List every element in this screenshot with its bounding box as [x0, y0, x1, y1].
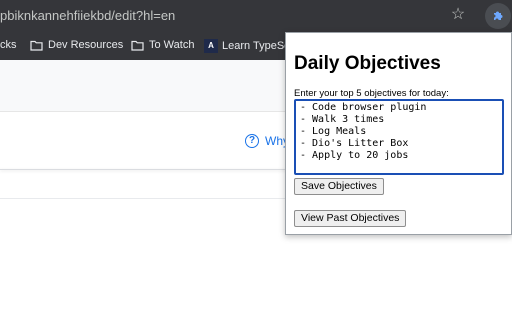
bookmark-label: cks	[0, 39, 17, 51]
extension-button[interactable]	[485, 3, 511, 29]
objectives-textarea[interactable]: - Code browser plugin - Walk 3 times - L…	[294, 99, 504, 175]
folder-icon	[131, 40, 144, 51]
bookmark-dev-resources[interactable]: Dev Resources	[30, 39, 123, 51]
bookmark-to-watch[interactable]: To Watch	[131, 39, 194, 51]
bookmark-item[interactable]: cks	[0, 39, 17, 51]
view-past-objectives-button[interactable]: View Past Objectives	[294, 210, 407, 227]
bookmark-label: Learn TypeScr	[222, 40, 294, 52]
bookmark-label: Dev Resources	[48, 39, 124, 51]
site-favicon: A	[204, 39, 218, 53]
objectives-prompt: Enter your top 5 objectives for today:	[294, 88, 449, 99]
address-bar: pbiknkannehfiiekbd/edit?hl=en ☆	[0, 0, 512, 32]
bookmark-label: To Watch	[149, 39, 195, 51]
page-divider-shadow	[0, 169, 300, 170]
bookmark-learn-typescript[interactable]: A Learn TypeScr	[204, 39, 293, 53]
save-objectives-button[interactable]: Save Objectives	[294, 178, 384, 195]
bookmark-star-icon[interactable]: ☆	[449, 6, 467, 24]
url-field[interactable]: pbiknkannehfiiekbd/edit?hl=en	[0, 8, 175, 23]
popup-title: Daily Objectives	[294, 53, 441, 74]
extension-popup: Daily Objectives Enter your top 5 object…	[285, 32, 512, 235]
help-icon[interactable]: ?	[245, 134, 259, 148]
folder-icon	[30, 40, 43, 51]
puzzle-icon	[494, 11, 503, 20]
